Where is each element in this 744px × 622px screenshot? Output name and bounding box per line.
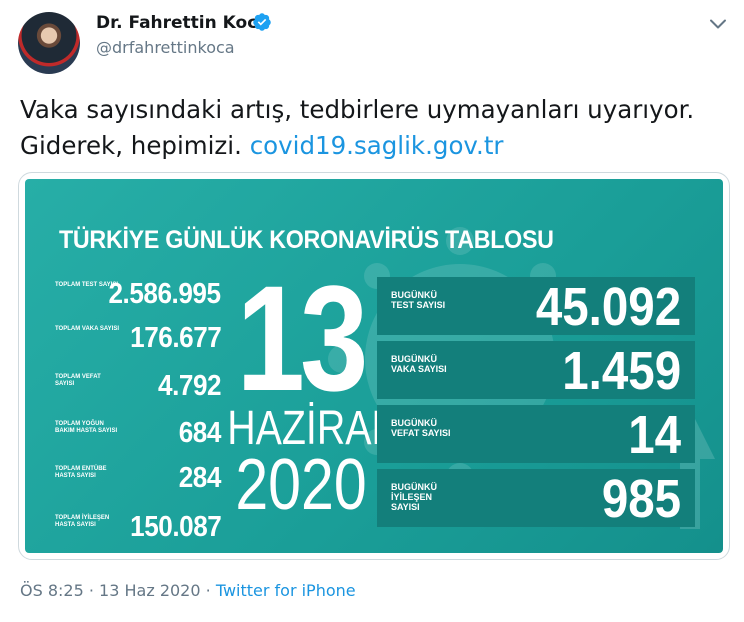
total-test-row: TOPLAM TEST SAYISI 2.586.995 xyxy=(55,278,222,314)
today-case-label: BUGÜNKÜ VAKA SAYISI xyxy=(391,354,447,374)
total-intubated-row: TOPLAM ENTÜBE HASTA SAYISI 284 xyxy=(55,462,222,498)
total-case-value: 176.677 xyxy=(129,322,222,354)
author-name[interactable]: Dr. Fahrettin Koca xyxy=(96,13,269,33)
total-death-row: TOPLAM VEFAT SAYISI 4.792 xyxy=(55,370,222,406)
tweet-meta: ÖS 8:25 · 13 Haz 2020 · Twitter for iPho… xyxy=(20,581,356,600)
today-recovered-box: BUGÜNKÜ İYİLEŞEN SAYISI 985 xyxy=(377,469,695,527)
total-case-row: TOPLAM VAKA SAYISI 176.677 xyxy=(55,322,222,358)
today-death-label: BUGÜNKÜ VEFAT SAYISI xyxy=(391,418,451,438)
tweet-text: Vaka sayısındaki artış, tedbirlere uymay… xyxy=(20,92,730,164)
table-heading: TÜRKİYE GÜNLÜK KORONAVİRÜS TABLOSU xyxy=(59,226,554,254)
today-test-value: 45.092 xyxy=(535,277,681,337)
total-death-value: 4.792 xyxy=(157,370,222,402)
tweet-link[interactable]: covid19.saglik.gov.tr xyxy=(250,131,504,160)
today-recovered-value: 985 xyxy=(601,469,681,529)
total-intubated-value: 284 xyxy=(178,462,222,494)
meta-separator: · xyxy=(205,581,211,600)
total-test-value: 2.586.995 xyxy=(108,278,222,310)
total-icu-value: 684 xyxy=(178,417,222,449)
today-death-box: BUGÜNKÜ VEFAT SAYISI 14 xyxy=(377,405,695,463)
total-case-label: TOPLAM VAKA SAYISI xyxy=(55,326,120,332)
tweet-text-line2-body: Giderek, hepimizi. xyxy=(20,131,242,160)
today-test-label: BUGÜNKÜ TEST SAYISI xyxy=(391,290,446,310)
chevron-down-icon[interactable] xyxy=(706,12,730,36)
today-case-value: 1.459 xyxy=(562,341,681,401)
total-recovered-row: TOPLAM İYİLEŞEN HASTA SAYISI 150.087 xyxy=(55,511,222,547)
koronavirus-table-image: TÜRKİYE GÜNLÜK KORONAVİRÜS TABLOSU TOPLA… xyxy=(25,179,723,553)
tweet-source-link[interactable]: Twitter for iPhone xyxy=(216,581,356,600)
tweet-text-line1: Vaka sayısındaki artış, tedbirlere uymay… xyxy=(20,95,695,124)
tweet-date[interactable]: 13 Haz 2020 xyxy=(99,581,200,600)
author-avatar[interactable] xyxy=(18,12,80,74)
total-icu-label: TOPLAM YOĞUN BAKIM HASTA SAYISI xyxy=(55,421,118,435)
meta-separator: · xyxy=(88,581,94,600)
total-death-label: TOPLAM VEFAT SAYISI xyxy=(55,374,101,388)
tweet-media-card[interactable]: TÜRKİYE GÜNLÜK KORONAVİRÜS TABLOSU TOPLA… xyxy=(18,172,730,560)
today-death-value: 14 xyxy=(628,405,681,465)
date-year: 2020 xyxy=(235,445,367,525)
total-icu-row: TOPLAM YOĞUN BAKIM HASTA SAYISI 684 xyxy=(55,417,222,453)
tweet-time[interactable]: ÖS 8:25 xyxy=(20,581,84,600)
tweet-text-line2: Giderek, hepimizi. covid19.saglik.gov.tr xyxy=(20,128,730,164)
total-recovered-value: 150.087 xyxy=(129,511,222,543)
total-intubated-label: TOPLAM ENTÜBE HASTA SAYISI xyxy=(55,466,107,480)
today-recovered-label: BUGÜNKÜ İYİLEŞEN SAYISI xyxy=(391,482,437,512)
today-case-box: BUGÜNKÜ VAKA SAYISI 1.459 xyxy=(377,341,695,399)
verified-badge-icon xyxy=(253,13,271,31)
total-recovered-label: TOPLAM İYİLEŞEN HASTA SAYISI xyxy=(55,515,110,529)
author-handle[interactable]: @drfahrettinkoca xyxy=(96,38,235,57)
date-day: 13 xyxy=(236,254,369,422)
today-test-box: BUGÜNKÜ TEST SAYISI 45.092 xyxy=(377,277,695,335)
